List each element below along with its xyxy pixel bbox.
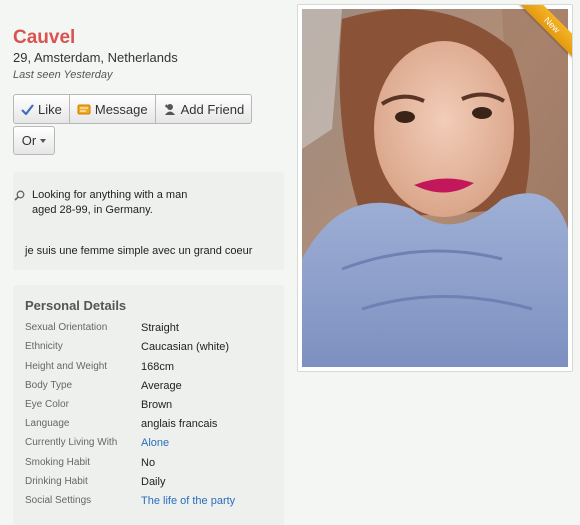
detail-value-link[interactable]: The life of the party <box>141 495 235 507</box>
profile-name: Cauvel <box>13 27 76 48</box>
action-buttons: Like Message Add Friend <box>13 94 253 124</box>
detail-value: Daily <box>141 476 166 488</box>
add-friend-label: Add Friend <box>180 101 245 117</box>
like-label: Like <box>38 101 62 117</box>
checkmark-icon <box>21 103 34 115</box>
message-button[interactable]: Message <box>69 94 156 124</box>
detail-label: Smoking Habit <box>25 457 91 468</box>
like-button[interactable]: Like <box>13 94 70 124</box>
detail-value: Straight <box>141 322 179 334</box>
detail-value-link[interactable]: Alone <box>141 437 169 449</box>
profile-location: 29, Amsterdam, Netherlands <box>13 50 178 65</box>
detail-label: Sexual Orientation <box>25 322 108 333</box>
profile-photo[interactable]: New <box>297 4 573 372</box>
detail-value: Caucasian (white) <box>141 341 230 353</box>
or-label: Or <box>21 133 37 148</box>
detail-label: Eye Color <box>25 399 69 410</box>
about-text: je suis une femme simple avec un grand c… <box>25 245 253 257</box>
message-icon <box>77 104 91 114</box>
detail-value: Average <box>141 380 182 392</box>
detail-label: Drinking Habit <box>25 476 88 487</box>
profile-photo-image <box>302 9 568 367</box>
detail-label: Body Type <box>25 380 73 391</box>
chevron-down-icon <box>40 138 47 143</box>
detail-value: anglais francais <box>141 418 218 430</box>
add-friend-button[interactable]: Add Friend <box>155 94 253 124</box>
detail-label: Currently Living With <box>25 437 118 448</box>
detail-value: Brown <box>141 399 173 411</box>
detail-label: Social Settings <box>25 495 92 506</box>
detail-label: Height and Weight <box>25 361 108 372</box>
looking-for: Looking for anything with a man aged 28-… <box>14 188 232 218</box>
detail-label: Ethnicity <box>25 341 63 352</box>
detail-value: 168cm <box>141 361 175 373</box>
personal-details-title: Personal Details <box>25 298 127 313</box>
looking-for-line2: aged 28-99, in Germany. <box>32 204 153 216</box>
add-user-icon <box>164 103 175 115</box>
looking-for-line1: Looking for anything with a man <box>32 189 188 201</box>
detail-value: No <box>141 457 156 469</box>
detail-label: Language <box>25 418 70 429</box>
more-options-dropdown[interactable]: Or <box>13 126 55 155</box>
last-seen: Last seen Yesterday <box>13 69 113 81</box>
message-label: Message <box>94 101 148 117</box>
search-icon <box>14 190 25 201</box>
